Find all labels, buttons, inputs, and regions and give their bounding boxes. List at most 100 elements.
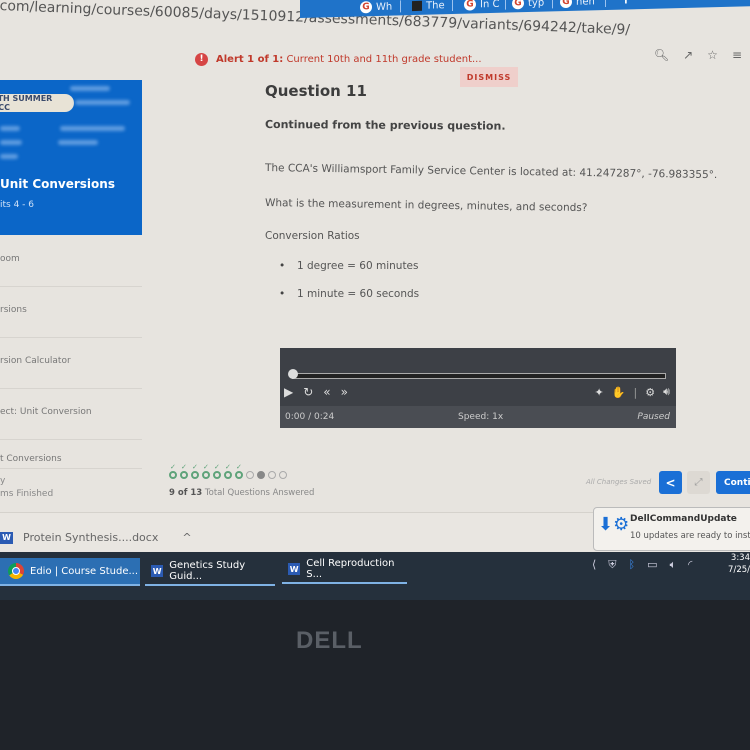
fast-forward-icon[interactable]: » xyxy=(341,385,348,399)
dell-logo: DELL xyxy=(296,627,363,654)
system-tray: ⟨ ⛨ ᛒ ▭ 🔈︎ ◜ xyxy=(592,558,692,572)
video-seek-bar[interactable] xyxy=(292,373,666,379)
previous-button[interactable]: < xyxy=(659,471,682,494)
tab-divider xyxy=(452,0,453,12)
question-progress-indicator xyxy=(169,463,287,479)
tab-divider xyxy=(400,0,401,13)
sidebar-course-header: ATH SUMMER ACC Unit Conversions its 4 - … xyxy=(0,80,142,235)
sidebar-item[interactable]: rsion Calculator xyxy=(0,338,142,389)
ratio-item: • 1 minute = 60 seconds xyxy=(279,288,420,300)
progress-dot-empty[interactable] xyxy=(246,471,254,479)
blurred-text xyxy=(0,126,20,131)
taskbar-app[interactable]: W Cell Reproduction S... xyxy=(282,556,407,584)
share-icon[interactable]: ↗ xyxy=(683,48,693,62)
progress-dot-done[interactable] xyxy=(213,463,221,479)
browser-tab[interactable]: Ghen xyxy=(560,0,595,11)
google-icon: G xyxy=(560,0,572,9)
volume-icon[interactable]: 🔊︎ xyxy=(663,385,670,399)
blurred-text xyxy=(70,86,110,91)
toast-title: DellCommandUpdate xyxy=(630,514,737,524)
security-icon[interactable]: ⛨ xyxy=(608,558,616,572)
progress-dot-done[interactable] xyxy=(169,463,177,479)
progress-dot-empty[interactable] xyxy=(279,471,287,479)
question-title: Question 11 xyxy=(265,82,367,100)
tab-divider xyxy=(505,0,506,10)
replay-icon[interactable]: ↻ xyxy=(303,385,313,399)
progress-dot-done[interactable] xyxy=(180,463,188,479)
page-icon xyxy=(412,0,422,12)
progress-dot-done[interactable] xyxy=(224,463,232,479)
progress-text: 9 of 13 Total Questions Answered xyxy=(169,488,315,498)
continue-button[interactable]: Contin xyxy=(716,471,750,494)
alert-text: Current 10th and 11th grade student... xyxy=(286,53,482,65)
word-icon: W xyxy=(288,563,301,575)
notification-toast[interactable]: ⬇⚙ DellCommandUpdate 10 updates are read… xyxy=(593,507,750,551)
alert-prefix: Alert 1 of 1: xyxy=(216,53,284,65)
question-body: The CCA's Williamsport Family Service Ce… xyxy=(264,162,718,182)
sign-language-icon[interactable]: ✋ xyxy=(612,386,626,399)
progress-dot-empty[interactable] xyxy=(268,471,276,479)
clock[interactable]: 3:34 7/25/ xyxy=(728,552,750,576)
chevron-up-icon[interactable]: ^ xyxy=(182,531,191,544)
progress-dot-done[interactable] xyxy=(202,463,210,479)
divider: | xyxy=(633,385,638,399)
download-item[interactable]: W Protein Synthesis....docx ^ xyxy=(0,531,192,544)
chrome-icon xyxy=(8,563,24,579)
blurred-text xyxy=(60,126,125,131)
wifi-icon[interactable]: ◜ xyxy=(688,558,692,572)
browser-tab[interactable]: The xyxy=(412,0,445,15)
bullet-icon: • xyxy=(279,288,286,300)
app-tray-icon[interactable]: ⟨ xyxy=(592,558,596,572)
audio-description-icon[interactable]: ✦ xyxy=(595,386,604,399)
blurred-text xyxy=(0,140,22,145)
taskbar-app[interactable]: Edio | Course Stude... xyxy=(0,558,140,586)
progress-dot-done[interactable] xyxy=(235,463,243,479)
expand-button[interactable]: ⤢ xyxy=(687,471,710,494)
sidebar-subtitle: its 4 - 6 xyxy=(0,200,35,210)
video-time: 0:00 / 0:24 xyxy=(285,412,335,422)
sidebar-item[interactable]: ect: Unit Conversion xyxy=(0,389,142,440)
course-pill[interactable]: ATH SUMMER ACC xyxy=(0,94,74,112)
video-player[interactable]: ▶ ↻ « » ✦ ✋ | ⚙ 🔊︎ 0:00 / 0:24 Speed: 1x… xyxy=(280,348,676,428)
video-seek-handle[interactable] xyxy=(288,369,298,379)
laptop-screen: com/learning/courses/60085/days/1510912/… xyxy=(0,0,750,600)
dell-update-icon: ⬇⚙ xyxy=(598,514,630,535)
alert-icon: ! xyxy=(195,52,208,66)
play-icon[interactable]: ▶ xyxy=(284,385,293,399)
progress-dot-done[interactable] xyxy=(191,463,199,479)
sidebar-item[interactable]: oom xyxy=(0,236,142,287)
google-icon: G xyxy=(360,1,372,14)
battery-icon[interactable]: ▭ xyxy=(647,558,657,572)
sidebar-item[interactable]: rsions xyxy=(0,287,142,338)
word-icon: W xyxy=(151,565,164,577)
dismiss-button[interactable]: DISMISS xyxy=(460,67,518,87)
new-tab-button[interactable]: + xyxy=(620,0,632,8)
browser-tab[interactable]: G Wh xyxy=(360,0,392,16)
menu-icon[interactable]: ≡ xyxy=(732,48,742,62)
volume-icon[interactable]: 🔈︎ xyxy=(670,558,677,572)
browser-tab-strip: GWh The GIn C Gtyp Ghen + xyxy=(300,0,750,18)
video-speed[interactable]: Speed: 1x xyxy=(458,412,503,422)
star-icon[interactable]: ☆ xyxy=(707,48,718,62)
google-icon: G xyxy=(464,0,476,11)
tab-divider xyxy=(605,0,606,8)
sidebar-item[interactable]: t Conversions xyxy=(0,440,142,469)
browser-tab[interactable]: G In C xyxy=(464,0,499,14)
blurred-text xyxy=(58,140,98,145)
save-status: All Changes Saved xyxy=(586,478,652,486)
taskbar-app[interactable]: W Genetics Study Guid... xyxy=(145,558,275,586)
progress-dot-current[interactable] xyxy=(257,471,265,479)
question-continued: Continued from the previous question. xyxy=(264,118,506,133)
google-icon: G xyxy=(512,0,524,10)
video-status: Paused xyxy=(637,412,670,422)
zoom-icon[interactable]: 🔍︎ xyxy=(654,48,669,62)
toast-body: 10 updates are ready to install xyxy=(630,531,750,541)
blurred-text xyxy=(75,100,130,105)
rewind-icon[interactable]: « xyxy=(323,385,330,399)
browser-toolbar-icons: 🔍︎ ↗ ☆ ≡ xyxy=(654,48,742,62)
browser-tab[interactable]: Gtyp xyxy=(512,0,544,12)
bluetooth-icon[interactable]: ᛒ xyxy=(629,558,636,572)
sidebar-title: Unit Conversions xyxy=(0,177,115,191)
blurred-text xyxy=(0,154,18,159)
settings-gear-icon[interactable]: ⚙ xyxy=(645,386,655,399)
